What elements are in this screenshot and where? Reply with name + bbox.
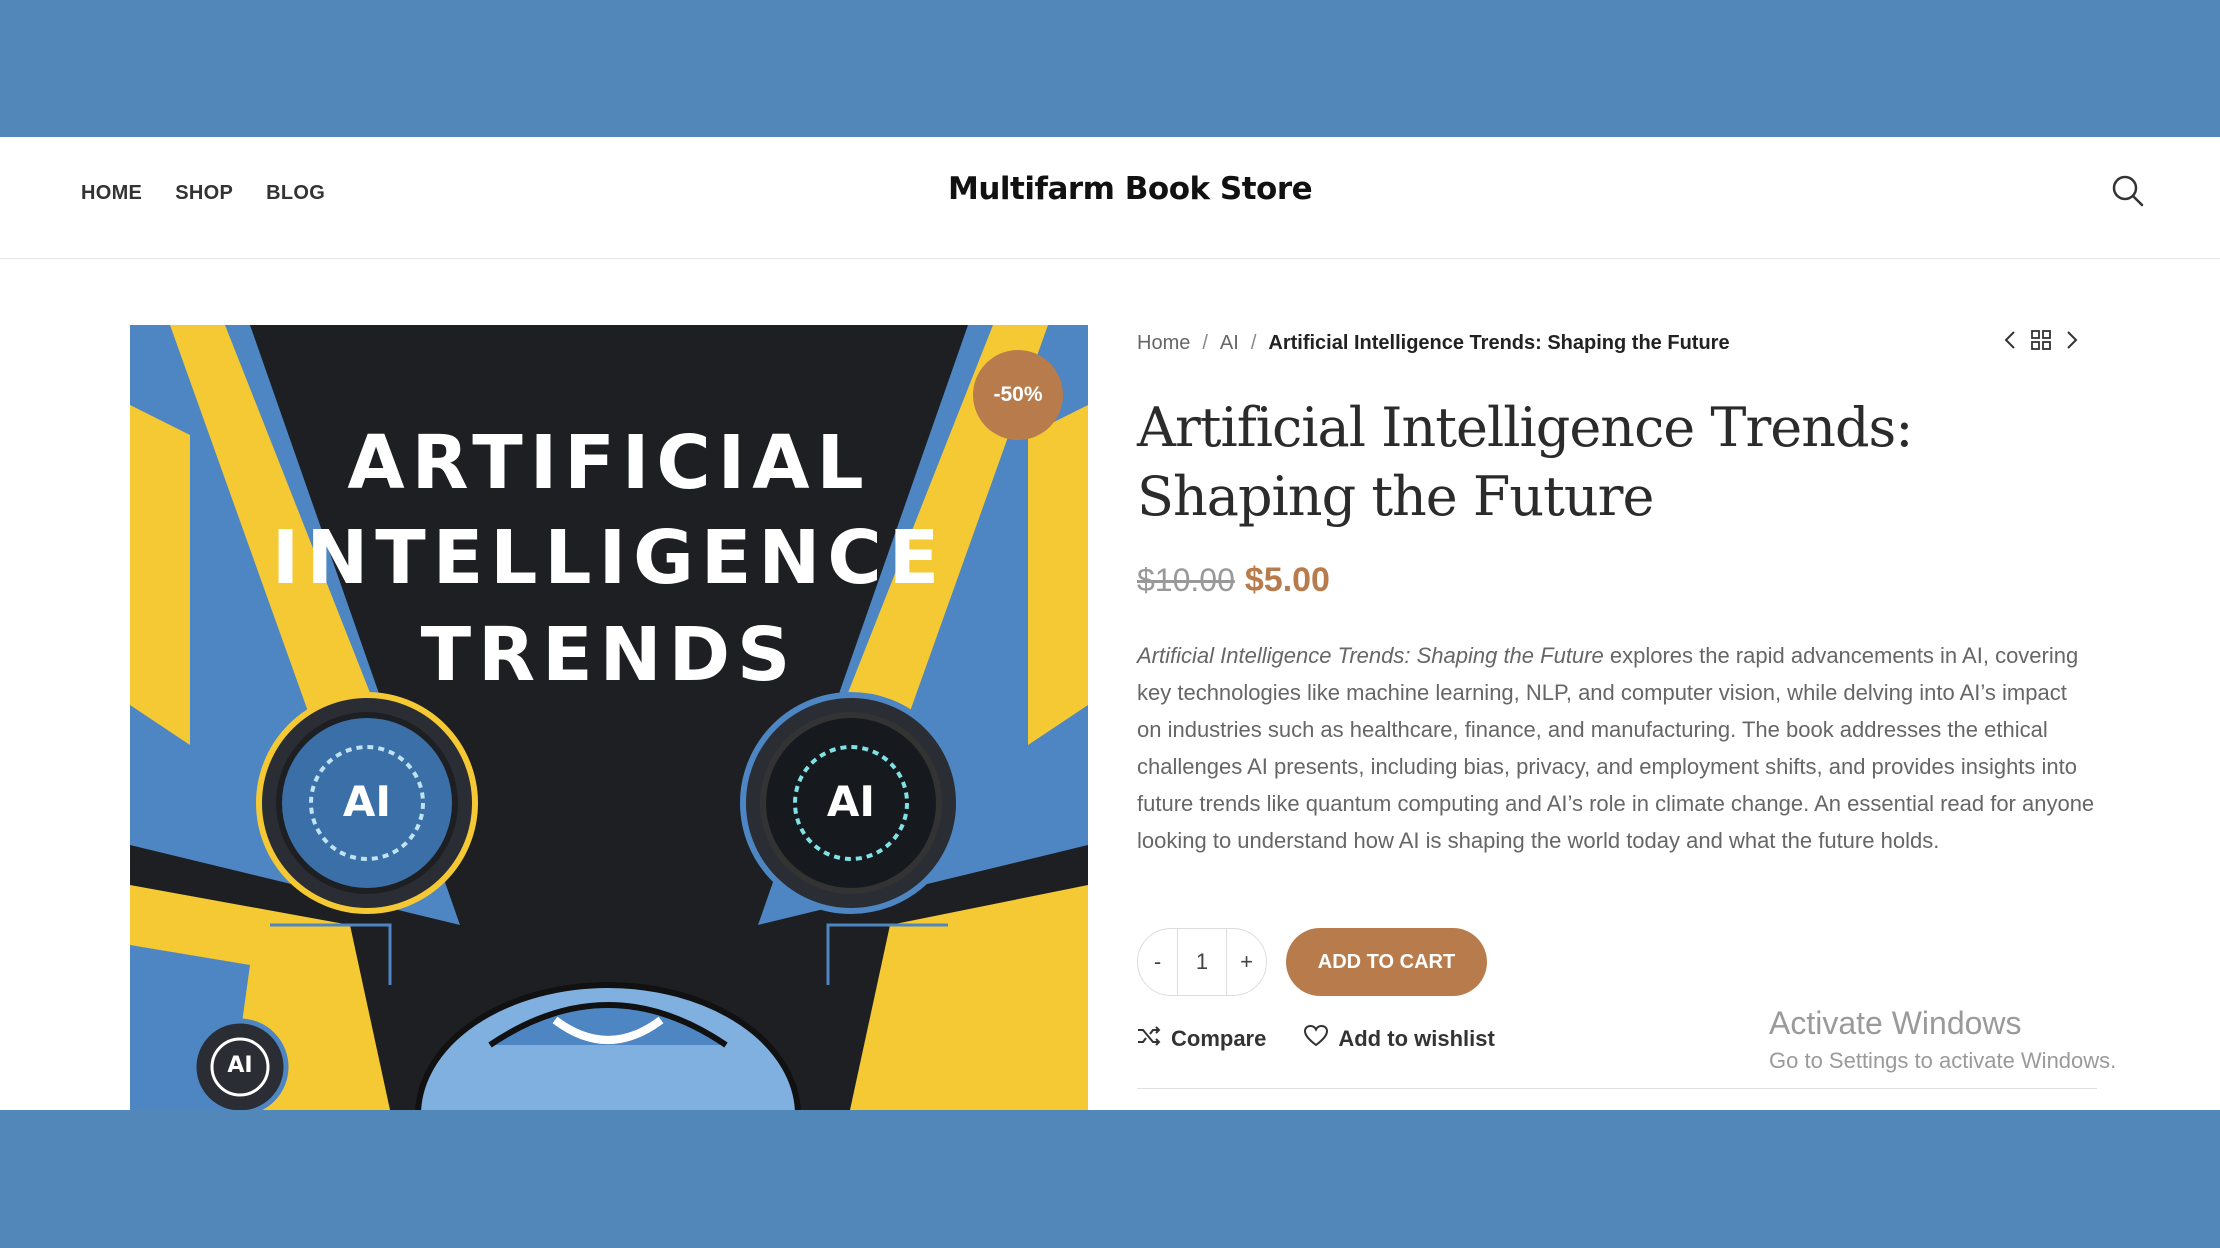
product-title-line1: Artificial Intelligence Trends: <box>1137 396 1913 459</box>
product-title-line2: Shaping the Future <box>1137 465 1654 528</box>
breadcrumb-current: Artificial Intelligence Trends: Shaping … <box>1268 332 1730 354</box>
sale-price: $5.00 <box>1244 561 1330 599</box>
description-title: Artificial Intelligence Trends: Shaping … <box>1137 643 1604 668</box>
nav-shop[interactable]: SHOP <box>175 182 233 205</box>
quantity-minus-button[interactable]: - <box>1138 949 1177 975</box>
cover-ai-label-small: AI <box>227 1053 253 1078</box>
breadcrumb-home[interactable]: Home <box>1137 332 1190 355</box>
bottom-frame <box>0 1110 2220 1248</box>
chevron-left-icon[interactable] <box>2003 330 2017 355</box>
watermark-title: Activate Windows <box>1769 1005 2022 1041</box>
wishlist-label: Add to wishlist <box>1338 1026 1495 1051</box>
quantity-stepper: - + <box>1137 928 1267 996</box>
site-header: HOME SHOP BLOG Multifarm Book Store <box>0 137 2220 259</box>
quantity-input[interactable] <box>1177 929 1227 995</box>
quantity-plus-button[interactable]: + <box>1227 949 1266 975</box>
nav-blog[interactable]: BLOG <box>266 182 325 205</box>
breadcrumb-separator: / <box>1202 332 1208 354</box>
product-image[interactable]: ARTIFICIAL INTELLIGENCE TRENDS AI AI AI <box>130 325 1088 1110</box>
chevron-right-icon[interactable] <box>2065 330 2079 355</box>
product-actions: Compare Add to wishlist <box>1137 1024 1495 1053</box>
grid-icon[interactable] <box>2031 330 2051 355</box>
cover-title-line2: INTELLIGENCE <box>271 515 947 601</box>
product-price: $10.00 $5.00 <box>1137 561 1330 600</box>
cover-title-line1: ARTIFICIAL <box>347 420 871 506</box>
nav-home[interactable]: HOME <box>81 182 142 205</box>
add-to-wishlist-button[interactable]: Add to wishlist <box>1304 1024 1495 1053</box>
breadcrumb: Home / AI / Artificial Intelligence Tren… <box>1137 332 1730 355</box>
product-navigation <box>2003 330 2079 355</box>
breadcrumb-separator: / <box>1250 332 1257 354</box>
description-body: explores the rapid advancements in AI, c… <box>1137 643 2095 853</box>
shuffle-icon <box>1137 1026 1161 1052</box>
divider <box>1137 1088 2097 1089</box>
breadcrumb-category[interactable]: AI <box>1220 332 1239 355</box>
add-to-cart-button[interactable]: ADD TO CART <box>1286 928 1487 996</box>
discount-badge: -50% <box>973 350 1063 440</box>
main-nav: HOME SHOP BLOG <box>81 182 325 205</box>
watermark-subtitle: Go to Settings to activate Windows. <box>1769 1048 2117 1073</box>
compare-button[interactable]: Compare <box>1137 1026 1266 1052</box>
product-description: Artificial Intelligence Trends: Shaping … <box>1137 637 2097 859</box>
product-title: Artificial Intelligence Trends: Shaping … <box>1137 393 2037 531</box>
compare-label: Compare <box>1171 1026 1267 1051</box>
heart-icon <box>1304 1024 1329 1053</box>
old-price: $10.00 <box>1137 562 1235 598</box>
search-icon[interactable] <box>2110 173 2146 209</box>
cover-title-line3: TRENDS <box>420 612 798 698</box>
cover-ai-label-right: AI <box>826 777 876 826</box>
cover-ai-label-left: AI <box>342 777 392 826</box>
site-logo[interactable]: Multifarm Book Store <box>948 171 1313 207</box>
windows-activation-watermark: Activate Windows Go to Settings to activ… <box>1769 1005 2116 1074</box>
